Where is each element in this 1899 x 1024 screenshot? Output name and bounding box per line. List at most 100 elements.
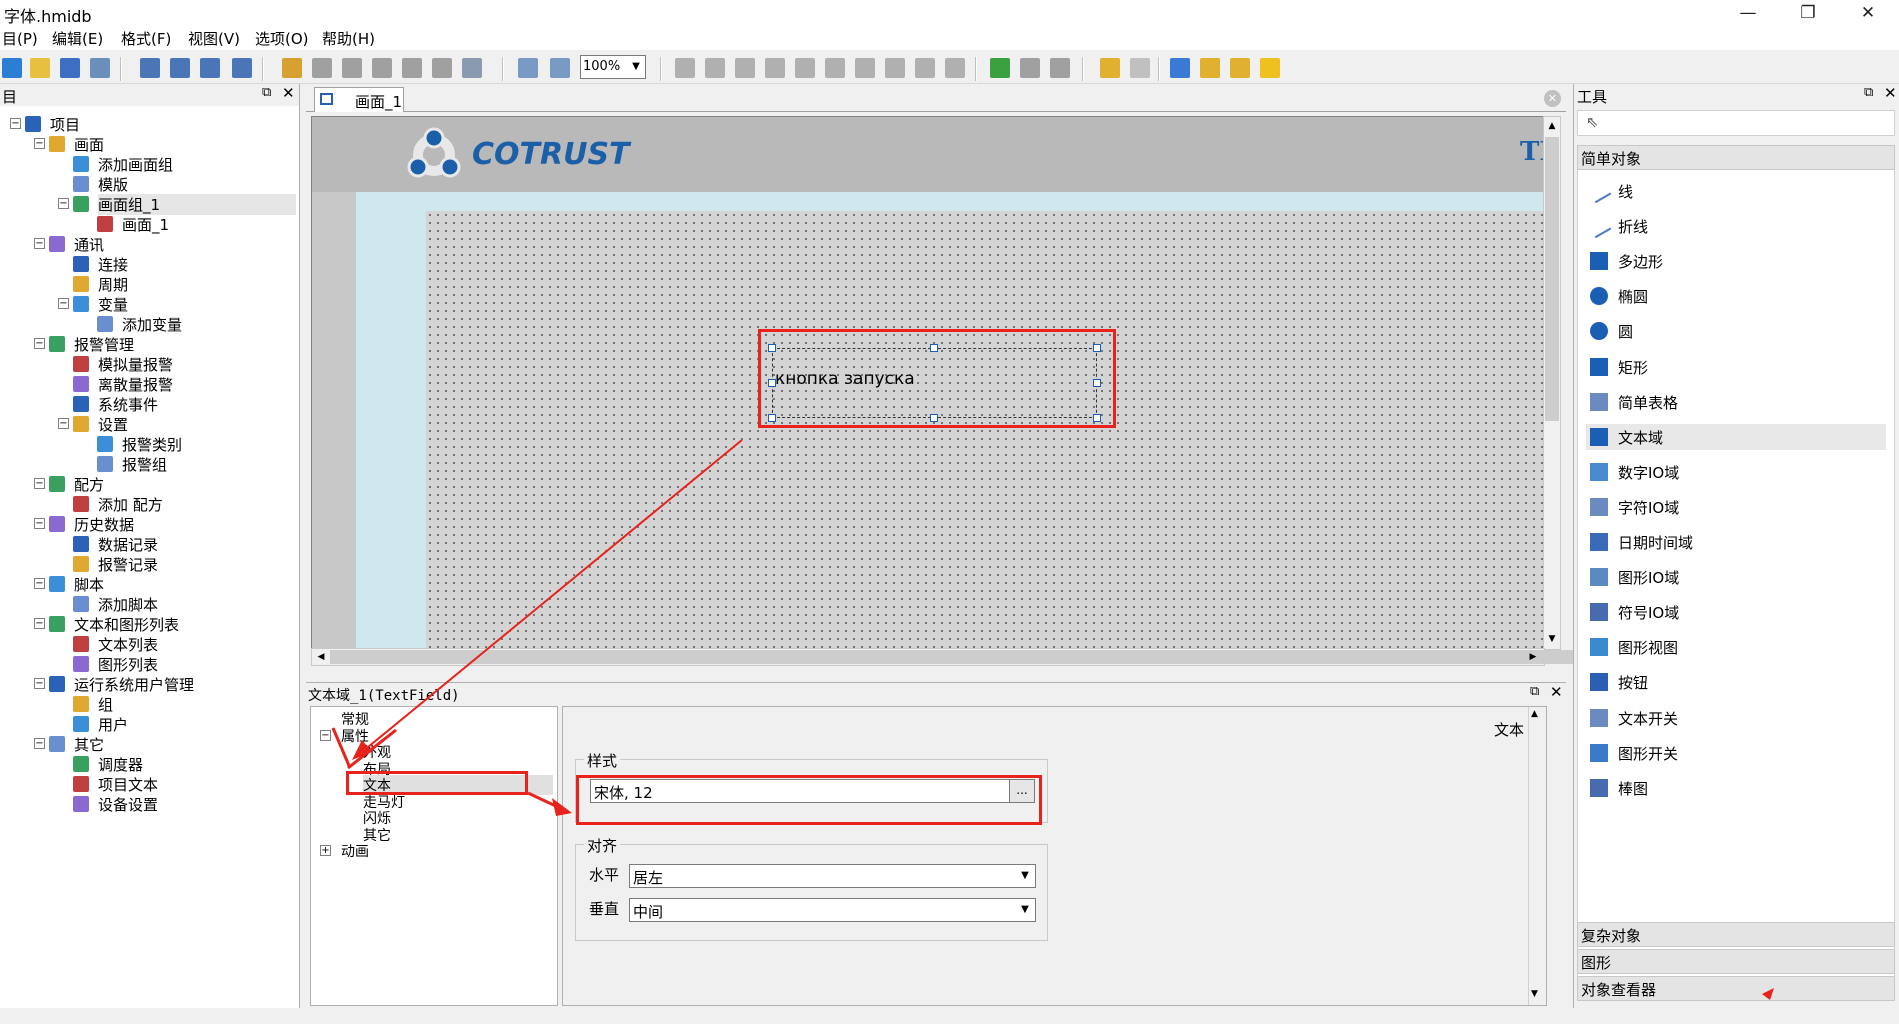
tree-item-label[interactable]: 数据记录 bbox=[98, 534, 158, 555]
complex-objects-section[interactable]: 复杂对象 bbox=[1577, 922, 1895, 947]
lock-icon[interactable] bbox=[1100, 58, 1120, 78]
tree-expander[interactable]: − bbox=[34, 478, 45, 489]
tree-item-label[interactable]: 文本列表 bbox=[98, 634, 158, 655]
object-viewer-section[interactable]: 对象查看器 bbox=[1577, 976, 1895, 1001]
menu-format[interactable]: 格式(F) bbox=[121, 28, 171, 49]
tree-expander[interactable]: − bbox=[34, 338, 45, 349]
align-left-icon[interactable] bbox=[675, 58, 695, 78]
tree-expander[interactable]: + bbox=[320, 845, 331, 856]
delete-icon[interactable] bbox=[432, 58, 452, 78]
property-tree-item[interactable]: 动画 bbox=[341, 841, 369, 861]
tool-item[interactable]: 多边形 bbox=[1586, 248, 1886, 274]
menu-project[interactable]: 目(P) bbox=[2, 28, 38, 49]
float-icon[interactable]: ⧉ bbox=[1530, 684, 1539, 699]
tool-item[interactable]: 折线 bbox=[1586, 213, 1886, 239]
scroll-up-icon[interactable]: ▲ bbox=[1545, 117, 1559, 135]
tree-item-label[interactable]: 报警类别 bbox=[122, 434, 182, 455]
tree-expander[interactable]: − bbox=[58, 198, 69, 209]
zoom-out-icon[interactable] bbox=[550, 58, 570, 78]
bring-front-icon[interactable] bbox=[1170, 58, 1190, 78]
vertical-select[interactable]: 中间 ▼ bbox=[629, 898, 1036, 922]
tree-item-label[interactable]: 模版 bbox=[98, 174, 128, 195]
redo-icon[interactable] bbox=[312, 58, 332, 78]
float-icon[interactable]: ⧉ bbox=[262, 85, 271, 100]
zoom-in-icon[interactable] bbox=[518, 58, 538, 78]
align-center-icon[interactable] bbox=[705, 58, 725, 78]
tree-item-label[interactable]: 离散量报警 bbox=[98, 374, 173, 395]
save-icon[interactable] bbox=[60, 58, 80, 78]
tool-item[interactable]: 线 bbox=[1586, 178, 1886, 204]
compile-icon[interactable] bbox=[140, 58, 160, 78]
close-button[interactable]: ✕ bbox=[1840, 0, 1896, 26]
tree-item-label[interactable]: 画面 bbox=[74, 134, 104, 155]
tree-item-label[interactable]: 报警记录 bbox=[98, 554, 158, 575]
send-back-icon[interactable] bbox=[1200, 58, 1220, 78]
tree-item-label[interactable]: 通讯 bbox=[74, 234, 104, 255]
paste-icon[interactable] bbox=[402, 58, 422, 78]
scroll-left-icon[interactable]: ◀ bbox=[314, 649, 328, 665]
download-icon[interactable] bbox=[200, 58, 220, 78]
undo-icon[interactable] bbox=[282, 58, 302, 78]
scroll-thumb[interactable] bbox=[330, 650, 1610, 664]
tree-item-label[interactable]: 添加 配方 bbox=[98, 494, 163, 515]
tree-expander[interactable]: − bbox=[34, 738, 45, 749]
minimize-button[interactable]: — bbox=[1720, 0, 1776, 26]
horizontal-select[interactable]: 居左 ▼ bbox=[629, 864, 1036, 888]
tree-item-label[interactable]: 模拟量报警 bbox=[98, 354, 173, 375]
forward-icon[interactable] bbox=[1230, 58, 1250, 78]
menu-options[interactable]: 选项(O) bbox=[255, 28, 309, 49]
tree-expander[interactable]: − bbox=[34, 518, 45, 529]
tree-item-label[interactable]: 报警组 bbox=[122, 454, 167, 475]
align-right-icon[interactable] bbox=[735, 58, 755, 78]
tree-item-label[interactable]: 图形列表 bbox=[98, 654, 158, 675]
tree-expander[interactable]: − bbox=[58, 298, 69, 309]
tree-item-label[interactable]: 变量 bbox=[98, 294, 128, 315]
tree-item-label[interactable]: 报警管理 bbox=[74, 334, 134, 355]
tree-item-label[interactable]: 系统事件 bbox=[98, 394, 158, 415]
close-tab-icon[interactable]: ✕ bbox=[1544, 90, 1561, 107]
tree-expander[interactable]: − bbox=[34, 578, 45, 589]
close-icon[interactable]: ✕ bbox=[282, 84, 295, 102]
tree-item-label[interactable]: 添加变量 bbox=[122, 314, 182, 335]
same-width-icon[interactable] bbox=[915, 58, 935, 78]
tree-expander[interactable]: − bbox=[34, 678, 45, 689]
same-height-icon[interactable] bbox=[945, 58, 965, 78]
tool-item[interactable]: 图形视图 bbox=[1586, 634, 1886, 660]
tree-expander[interactable]: − bbox=[58, 418, 69, 429]
tree-item-label[interactable]: 运行系统用户管理 bbox=[74, 674, 194, 695]
tree-item-label[interactable]: 添加脚本 bbox=[98, 594, 158, 615]
simple-objects-section[interactable]: 简单对象 bbox=[1577, 145, 1895, 170]
scroll-right-icon[interactable]: ▶ bbox=[1526, 649, 1540, 665]
find-icon[interactable] bbox=[462, 58, 482, 78]
menu-help[interactable]: 帮助(H) bbox=[322, 28, 375, 49]
tool-item[interactable]: 圆 bbox=[1586, 318, 1886, 344]
tool-item[interactable]: 矩形 bbox=[1586, 354, 1886, 380]
tree-expander[interactable]: − bbox=[34, 618, 45, 629]
tree-item-label[interactable]: 历史数据 bbox=[74, 514, 134, 535]
tree-item-label[interactable]: 画面_1 bbox=[122, 214, 169, 235]
graphics-section[interactable]: 图形 bbox=[1577, 949, 1895, 974]
tree-item-label[interactable]: 项目 bbox=[50, 114, 80, 135]
tool-item[interactable]: 按钮 bbox=[1586, 669, 1886, 695]
tree-item-label[interactable]: 组 bbox=[98, 694, 113, 715]
canvas-vertical-scrollbar[interactable]: ▲ ▼ bbox=[1543, 116, 1561, 650]
distribute-h-icon[interactable] bbox=[855, 58, 875, 78]
tree-item-label[interactable]: 项目文本 bbox=[98, 774, 158, 795]
group-icon[interactable] bbox=[1020, 58, 1040, 78]
chevron-down-icon[interactable]: ▼ bbox=[1015, 865, 1035, 887]
tool-item[interactable]: 符号IO域 bbox=[1586, 599, 1886, 625]
tool-item[interactable]: 日期时间域 bbox=[1586, 529, 1886, 555]
cut-icon[interactable] bbox=[342, 58, 362, 78]
simulate-icon[interactable] bbox=[170, 58, 190, 78]
tree-item-label[interactable]: 配方 bbox=[74, 474, 104, 495]
tool-item[interactable]: 棒图 bbox=[1586, 775, 1886, 801]
scroll-down-icon[interactable]: ▼ bbox=[1545, 630, 1559, 648]
tree-item-label[interactable]: 用户 bbox=[98, 714, 128, 735]
tool-item[interactable]: 图形IO域 bbox=[1586, 564, 1886, 590]
tree-item-label[interactable]: 文本和图形列表 bbox=[74, 614, 179, 635]
menu-edit[interactable]: 编辑(E) bbox=[52, 28, 103, 49]
tree-item-label[interactable]: 其它 bbox=[74, 734, 104, 755]
tree-item-label[interactable]: 调度器 bbox=[98, 754, 143, 775]
tree-expander[interactable]: − bbox=[10, 118, 21, 129]
tool-item[interactable]: 图形开关 bbox=[1586, 740, 1886, 766]
